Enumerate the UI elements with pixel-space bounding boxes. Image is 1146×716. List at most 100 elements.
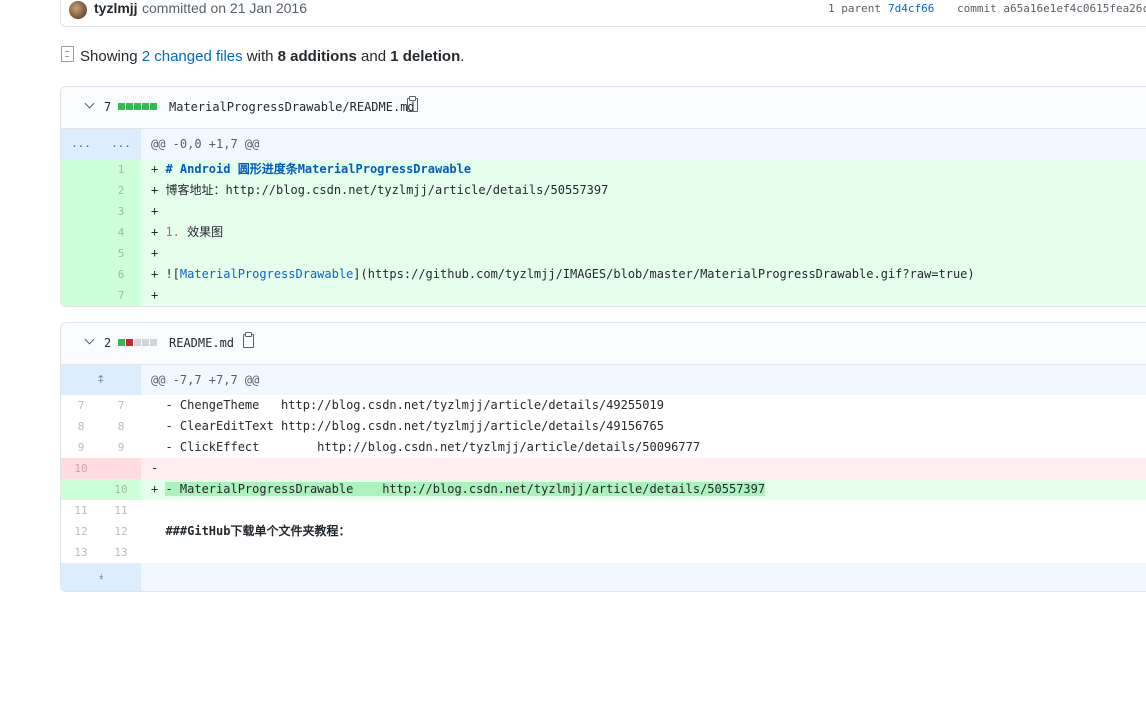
additions-count: 8 additions (277, 48, 357, 65)
line-number[interactable]: 7 (101, 285, 141, 306)
clipboard-icon[interactable] (407, 96, 418, 112)
line-number[interactable] (101, 458, 141, 479)
chevron-down-icon[interactable] (83, 99, 97, 113)
expand-down-icon[interactable]: ⍖ (61, 563, 141, 591)
hunk-ellipsis[interactable]: ... (61, 129, 101, 159)
diff-marker: + (151, 162, 166, 176)
code-text: 效果图 (179, 225, 224, 239)
line-number[interactable]: 10 (101, 479, 141, 500)
line-number[interactable]: 5 (101, 243, 141, 264)
line-number[interactable]: 11 (61, 500, 101, 521)
expand-up-icon[interactable]: ⍏ (61, 365, 141, 395)
line-number[interactable]: 9 (101, 437, 141, 458)
diff-count: 7 (104, 100, 112, 114)
diffstat-bar (118, 103, 157, 110)
hunk-header: ... ... @@ -0,0 +1,7 @@ (61, 129, 1146, 159)
line-number[interactable]: 7 (61, 395, 101, 416)
author-link[interactable]: tyzlmjj (94, 0, 138, 16)
file-header: 2 README.md (61, 323, 1146, 365)
code-text: 圆形进度条MaterialProgressDrawable (237, 162, 472, 176)
file-diff-icon (61, 46, 74, 62)
diff-marker: + (151, 482, 166, 496)
line-number[interactable]: 11 (101, 500, 141, 521)
diff-line: 13 13 (61, 542, 1146, 563)
committed-date: committed on 21 Jan 2016 (142, 0, 307, 16)
diff-marker: + (151, 183, 166, 197)
diff-marker: + (151, 204, 159, 218)
line-number[interactable]: 10 (61, 458, 101, 479)
diff-line: 4 + 1. 效果图 (61, 222, 1146, 243)
hunk-header: ⍏ @@ -7,7 +7,7 @@ (61, 365, 1146, 395)
code-text: - MaterialProgressDrawable http://blog.c… (165, 482, 766, 496)
diff-line: 9 9 - ClickEffect http://blog.csdn.net/t… (61, 437, 1146, 458)
line-number[interactable]: 13 (61, 542, 101, 563)
code-text: # Android (165, 162, 238, 176)
line-number[interactable]: 7 (101, 395, 141, 416)
code-text: - (151, 461, 159, 475)
hunk-ellipsis[interactable]: ... (101, 129, 141, 159)
code-text: 博客地址：http://blog.csdn.net/tyzlmjj/articl… (165, 183, 609, 197)
line-number[interactable]: 12 (61, 521, 101, 542)
line-number[interactable]: 12 (101, 521, 141, 542)
file-header: 7 MaterialProgressDrawable/README.md (61, 87, 1146, 129)
diff-line: 1 + # Android 圆形进度条MaterialProgressDrawa… (61, 159, 1146, 180)
line-number[interactable]: 3 (101, 201, 141, 222)
line-number[interactable]: 8 (101, 416, 141, 437)
hunk-range: @@ -7,7 +7,7 @@ (151, 373, 260, 387)
diff-line: 5 + (61, 243, 1146, 264)
diff-line: 7 7 - ChengeTheme http://blog.csdn.net/t… (61, 395, 1146, 416)
line-number[interactable]: 8 (61, 416, 101, 437)
diff-count: 2 (104, 336, 112, 350)
diff-marker: + (151, 225, 166, 239)
diff-line: 7 + (61, 285, 1146, 306)
diff-line: 11 11 (61, 500, 1146, 521)
diff-line: 2 + 博客地址：http://blog.csdn.net/tyzlmjj/ar… (61, 180, 1146, 201)
diff-summary: Showing 2 changed files with 8 additions… (61, 46, 464, 65)
hunk-footer: ⍖ (61, 563, 1146, 591)
diff-line-added: 10 + - MaterialProgressDrawable http://b… (61, 479, 1146, 500)
diff-line-deleted: 10 - (61, 458, 1146, 479)
line-number[interactable]: 1 (101, 159, 141, 180)
hunk-range: @@ -0,0 +1,7 @@ (151, 137, 260, 151)
line-number[interactable]: 4 (101, 222, 141, 243)
code-text: ](https://github.com/tyzlmjj/IMAGES/blob… (353, 267, 975, 281)
code-text: ![ (165, 267, 180, 281)
commit-bar: tyzlmjj committed on 21 Jan 2016 1 paren… (60, 0, 1146, 27)
code-text: - ChengeTheme http://blog.csdn.net/tyzlm… (151, 398, 664, 412)
parent-hash-link[interactable]: 7d4cf66 (888, 2, 934, 15)
diff-line: 6 + ![MaterialProgressDrawable](https://… (61, 264, 1146, 285)
diff-line: 8 8 - ClearEditText http://blog.csdn.net… (61, 416, 1146, 437)
commit-hash: commit a65a16e1ef4c0615fea26c (957, 2, 1146, 15)
line-number[interactable] (61, 479, 101, 500)
code-text: - ClickEffect http://blog.csdn.net/tyzlm… (151, 440, 701, 454)
file-diff-1: 7 MaterialProgressDrawable/README.md ...… (60, 86, 1146, 307)
summary-and: and (361, 48, 387, 65)
list-number: 1. (165, 225, 180, 239)
changed-files-link[interactable]: 2 changed files (142, 48, 243, 65)
line-number[interactable]: 2 (101, 180, 141, 201)
line-number[interactable]: 6 (101, 264, 141, 285)
code-text: ###GitHub下载单个文件夹教程： (151, 524, 351, 538)
diff-marker: + (151, 267, 166, 281)
line-number[interactable]: 13 (101, 542, 141, 563)
summary-suffix: . (460, 48, 465, 65)
avatar[interactable] (69, 1, 87, 19)
summary-prefix: Showing (80, 48, 138, 65)
diffstat-bar (118, 339, 157, 346)
chevron-down-icon[interactable] (83, 335, 97, 349)
file-diff-2: 2 README.md ⍏ @@ -7,7 +7,7 @@ 7 7 - Chen… (60, 322, 1146, 592)
diff-line: 3 + (61, 201, 1146, 222)
diff-line: 12 12 ###GitHub下载单个文件夹教程： (61, 521, 1146, 542)
diff-marker: + (151, 246, 159, 260)
line-number[interactable]: 9 (61, 437, 101, 458)
code-link-text: MaterialProgressDrawable (179, 267, 354, 281)
summary-with: with (246, 48, 274, 65)
parent-label: 1 parent (828, 2, 881, 15)
file-name-link[interactable]: MaterialProgressDrawable/README.md (169, 100, 415, 114)
file-name-link[interactable]: README.md (169, 336, 234, 350)
diff-marker: + (151, 288, 159, 302)
code-text: - ClearEditText http://blog.csdn.net/tyz… (151, 419, 664, 433)
clipboard-icon[interactable] (243, 332, 254, 348)
